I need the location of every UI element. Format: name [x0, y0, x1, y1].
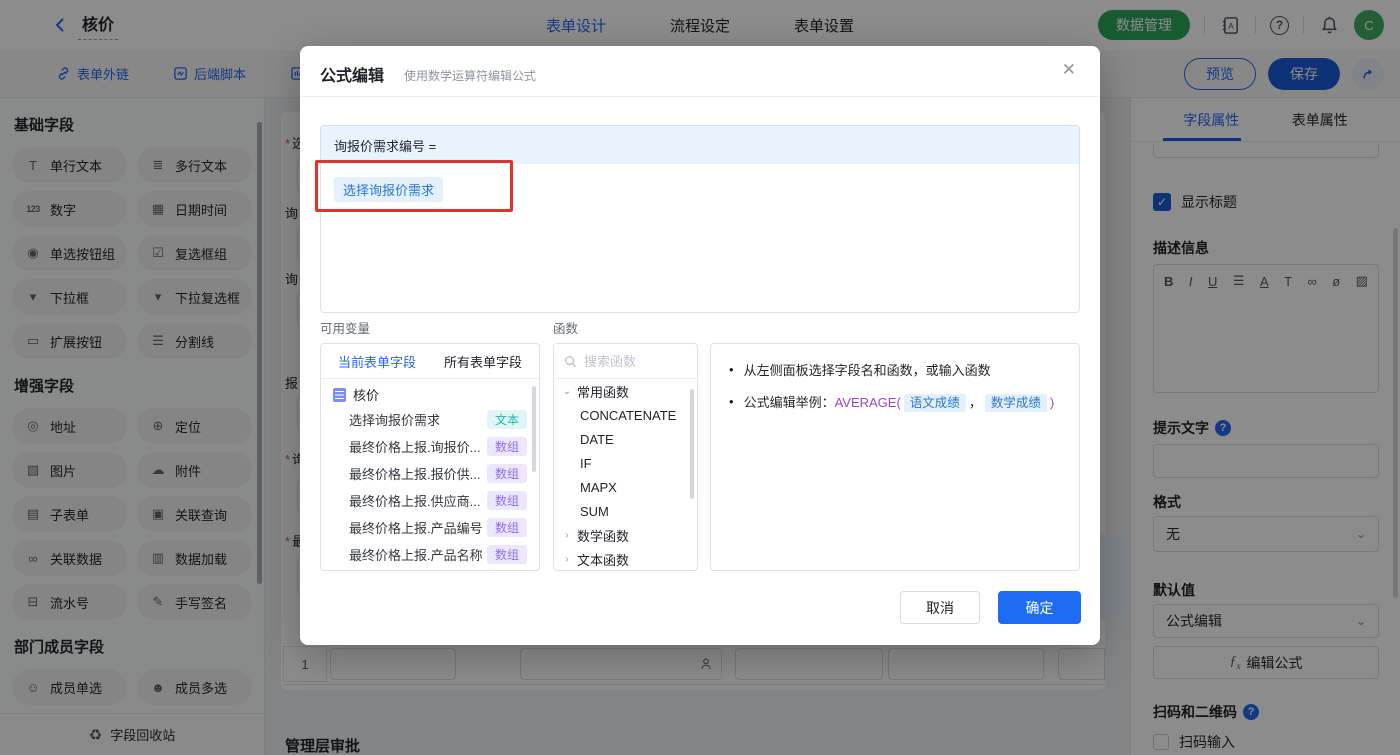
- variables-scrollbar[interactable]: [532, 386, 536, 472]
- modal-title: 公式编辑: [320, 68, 385, 85]
- function-item[interactable]: CONCATENATE: [554, 403, 697, 427]
- bullet: •: [729, 362, 734, 377]
- variables-label: 可用变量: [320, 322, 371, 336]
- chevron-down-icon: ⌄: [562, 385, 572, 397]
- functions-panel: ⌄ 常用函数 CONCATENATE DATE IF MAPX SUM › 数学…: [553, 343, 698, 571]
- variable-item[interactable]: 选择询报价需求 文本: [321, 406, 539, 433]
- function-item[interactable]: DATE: [554, 427, 697, 451]
- variable-item[interactable]: 最终价格上报.报价供... 数组: [321, 460, 539, 487]
- type-badge: 数组: [486, 464, 527, 483]
- type-badge: 数组: [486, 437, 527, 456]
- formula-editor[interactable]: 选择询报价需求: [321, 164, 1079, 312]
- formula-target: 询报价需求编号 =: [321, 126, 1079, 164]
- divider: [300, 96, 1100, 97]
- form-node[interactable]: 核价: [321, 379, 539, 406]
- field-chip[interactable]: 选择询报价需求: [334, 177, 444, 202]
- function-search-input[interactable]: [584, 353, 679, 369]
- functions-label: 函数: [553, 322, 579, 336]
- variables-panel: 当前表单字段 所有表单字段 核价 选择询报价需求 文本 最终价格上报.询报价...…: [320, 343, 540, 571]
- tip-example-line: • 公式编辑举例：AVERAGE(语文成绩，数学成绩): [729, 394, 1055, 412]
- tip-line: • 从左侧面板选择字段名和函数，或输入函数: [729, 362, 991, 378]
- function-item[interactable]: MAPX: [554, 475, 697, 499]
- chevron-right-icon: ›: [565, 553, 569, 565]
- formula-box: 询报价需求编号 = 选择询报价需求: [320, 125, 1080, 313]
- example-field-chip: 语文成绩: [903, 394, 966, 412]
- form-designer-app: 核价 表单设计 流程设定 表单设置 数据管理 A ? C 表单外链 后端脚本 预…: [0, 0, 1400, 755]
- function-item[interactable]: SUM: [554, 499, 697, 523]
- functions-scrollbar[interactable]: [690, 389, 694, 499]
- type-badge: 数组: [486, 518, 527, 537]
- variable-item[interactable]: 最终价格上报.询报价... 数组: [321, 433, 539, 460]
- example-close-paren: ): [1049, 395, 1055, 410]
- cancel-button[interactable]: 取消: [900, 591, 980, 624]
- form-document-icon: [333, 387, 346, 402]
- function-group-common[interactable]: ⌄ 常用函数: [554, 379, 697, 403]
- variable-item[interactable]: 最终价格上报.产品名称 数组: [321, 541, 539, 568]
- formula-editor-modal: 公式编辑 使用数学运算符编辑公式 ✕ 询报价需求编号 = 选择询报价需求 可用变…: [300, 46, 1100, 645]
- type-badge: 文本: [486, 410, 527, 429]
- function-search[interactable]: [554, 344, 697, 379]
- example-field-chip: 数学成绩: [984, 394, 1047, 412]
- search-icon: [564, 355, 577, 367]
- modal-subtitle: 使用数学运算符编辑公式: [404, 69, 537, 83]
- variable-item[interactable]: 最终价格上报.产品编号 数组: [321, 514, 539, 541]
- close-icon[interactable]: ✕: [1062, 60, 1076, 80]
- confirm-button[interactable]: 确定: [998, 591, 1081, 624]
- type-badge: 数组: [486, 545, 527, 564]
- example-function: AVERAGE(: [834, 395, 901, 410]
- type-badge: 数组: [486, 491, 527, 510]
- tips-panel: • 从左侧面板选择字段名和函数，或输入函数 • 公式编辑举例：AVERAGE(语…: [710, 343, 1080, 571]
- tab-current-form-fields[interactable]: 当前表单字段: [338, 352, 416, 371]
- variable-item[interactable]: 最终价格上报.供应商... 数组: [321, 487, 539, 514]
- function-group-text[interactable]: › 文本函数: [554, 547, 697, 570]
- function-item[interactable]: IF: [554, 451, 697, 475]
- function-group-math[interactable]: › 数学函数: [554, 523, 697, 547]
- bullet: •: [729, 394, 734, 409]
- tab-all-form-fields[interactable]: 所有表单字段: [444, 352, 522, 371]
- chevron-right-icon: ›: [565, 529, 569, 541]
